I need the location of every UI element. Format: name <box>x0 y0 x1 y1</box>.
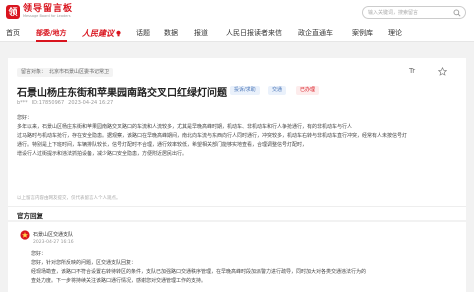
reply-section-header: 官方回复 <box>8 206 466 220</box>
message-target-link[interactable]: 北京市石景山区委书记常卫 <box>49 69 109 75</box>
disclaimer-note: 以上留言内容由网友提交，仅代表留言人个人观点。 <box>17 196 121 201</box>
message-title: 石景山杨庄东街和苹果园南路交叉口红绿灯问题 <box>17 88 227 99</box>
logo-subtitle: Message Board for Leaders <box>23 14 71 18</box>
nav-item-ministries-local[interactable]: 部委/地方 <box>36 24 67 42</box>
message-content: 您好： 多年以来，石景山区杨庄东街和苹果园南路交叉路口的车流和人流较多，尤其是早… <box>17 115 408 157</box>
message-target: 留言对象： 北京市石景山区委书记常卫 <box>17 68 114 77</box>
message-meta: b*** ID:17850967 2023-04-24 16:27 <box>17 100 113 106</box>
reply-org-icon <box>20 230 30 240</box>
author-name: b*** <box>17 100 28 106</box>
site-logo[interactable]: 领 领导留言板 Message Board for Leaders <box>6 4 73 19</box>
top-bar: 领 领导留言板 Message Board for Leaders <box>0 0 474 24</box>
search-input[interactable] <box>368 7 452 18</box>
message-date: 2023-04-24 16:27 <box>68 100 114 106</box>
logo-mark: 领 <box>6 4 20 19</box>
search-box <box>362 6 466 19</box>
reply-content: 您好： 您好，针对您所反映的问题，区交通支队回复： 经现场勘查，该路口不符合设置… <box>31 251 367 284</box>
nav-item-enterprise-express[interactable]: 政企直通车 <box>298 24 333 42</box>
reply-date: 2023-04-27 16:16 <box>33 240 74 245</box>
message-card: 留言对象： 北京市石景山区委书记常卫 Tr 石景山杨庄东街和苹果园南路交叉口红绿灯… <box>8 58 466 208</box>
search-icon[interactable] <box>453 9 461 17</box>
tag-category: 投诉/求助 <box>230 86 260 95</box>
nav-item-people-suggestion[interactable]: 人民建议 <box>82 24 122 42</box>
nav-item-home[interactable]: 首页 <box>6 24 20 42</box>
status-badge: 已办理 <box>296 86 320 95</box>
nav-item-reports[interactable]: 报道 <box>194 24 208 42</box>
reply-section-label: 官方回复 <box>17 212 43 220</box>
nav-item-theory[interactable]: 理论 <box>388 24 402 42</box>
suggestion-bulb-icon <box>116 30 121 37</box>
nav-item-reader-letters[interactable]: 人民日报读者来信 <box>226 24 282 42</box>
nav-item-case-library[interactable]: 案例库 <box>352 24 373 42</box>
font-size-control[interactable]: Tr <box>409 67 415 75</box>
reply-card: 石景山区交通支队 2023-04-27 16:16 您好： 您好，针对您所反映的… <box>8 222 466 292</box>
favorite-icon[interactable] <box>438 67 447 76</box>
main-nav: 首页 部委/地方 人民建议 话题 数据 报道 人民日报读者来信 政企直通车 案例… <box>0 24 474 42</box>
reply-org: 石景山区交通支队 <box>33 232 74 238</box>
logo-title: 领导留言板 <box>23 4 74 14</box>
nav-item-data[interactable]: 数据 <box>164 24 178 42</box>
message-id: ID:17850967 <box>31 100 65 106</box>
tag-field: 交通 <box>268 86 287 95</box>
nav-item-topics[interactable]: 话题 <box>136 24 150 42</box>
